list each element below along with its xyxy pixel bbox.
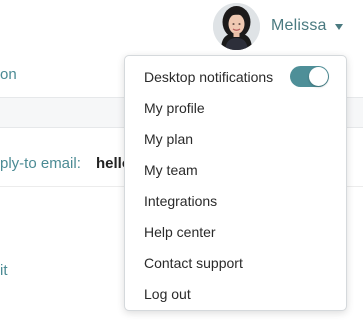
desktop-notifications-toggle[interactable] <box>290 66 329 87</box>
user-dropdown-menu: Desktop notifications My profile My plan… <box>124 55 347 311</box>
menu-item-my-profile[interactable]: My profile <box>144 98 205 118</box>
menu-item-my-team[interactable]: My team <box>144 160 198 180</box>
nav-tab-fragment[interactable]: on <box>0 66 17 83</box>
toggle-knob <box>309 67 328 86</box>
avatar-photo <box>213 3 260 50</box>
edit-link[interactable]: it <box>0 262 8 279</box>
menu-item-integrations[interactable]: Integrations <box>144 191 217 211</box>
avatar[interactable] <box>213 3 260 50</box>
menu-item-help-center[interactable]: Help center <box>144 222 216 242</box>
menu-item-log-out[interactable]: Log out <box>144 284 191 304</box>
reply-to-email-label: ply-to email: <box>0 155 81 172</box>
menu-item-desktop-notifications[interactable]: Desktop notifications <box>144 67 273 87</box>
user-name: Melissa <box>271 17 327 34</box>
chevron-down-icon <box>334 23 343 30</box>
user-menu-trigger[interactable]: Melissa <box>271 15 343 37</box>
menu-item-contact-support[interactable]: Contact support <box>144 253 243 273</box>
menu-item-my-plan[interactable]: My plan <box>144 129 193 149</box>
